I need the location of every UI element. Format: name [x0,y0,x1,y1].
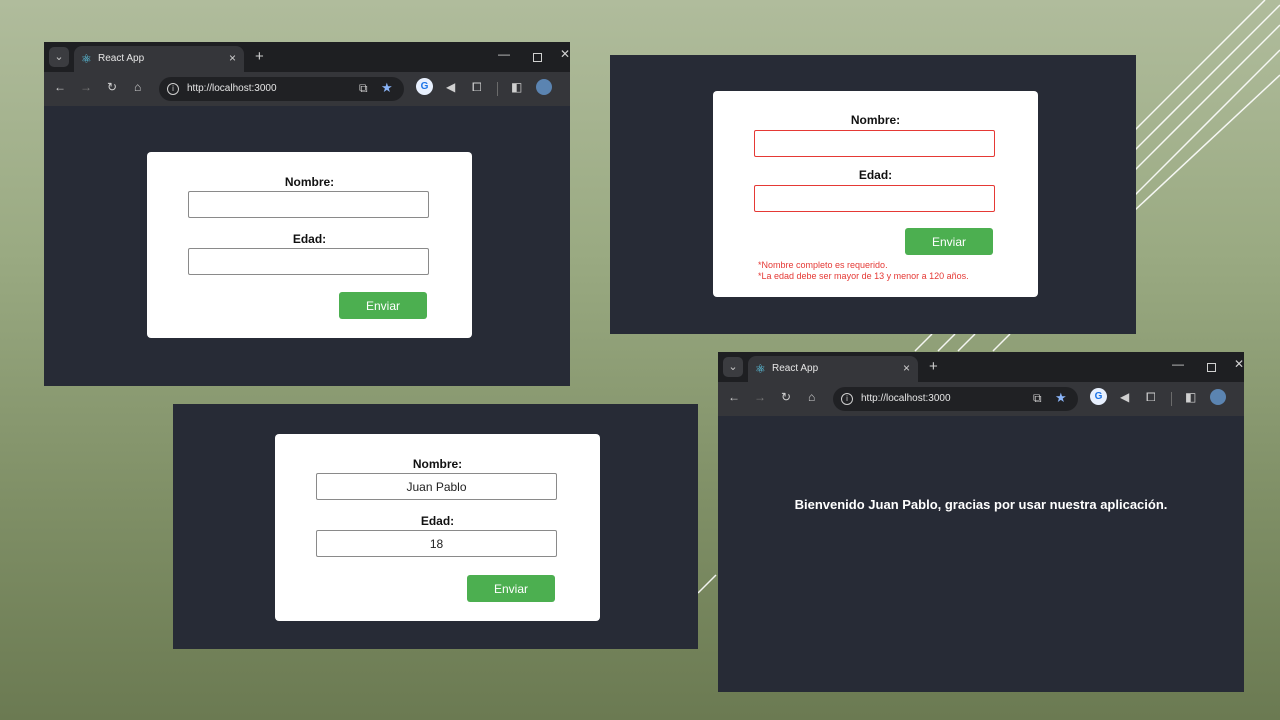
browser-tab[interactable]: ⚛ React App × [748,356,918,382]
welcome-message: Bienvenido Juan Pablo, gracias por usar … [794,497,1168,512]
submit-button[interactable]: Enviar [339,292,427,319]
chevron-down-icon[interactable]: ⌄ [49,47,69,67]
minimize-icon[interactable]: — [498,47,510,61]
submit-button[interactable]: Enviar [467,575,555,602]
name-label: Nombre: [850,113,901,127]
window-close-icon[interactable]: ✕ [560,47,570,61]
browser-toolbar: ← → ↻ ⌂ i http://localhost:3000 ⧉ ★ G ◀ … [718,382,1244,416]
address-bar[interactable]: i http://localhost:3000 ⧉ ★ [833,387,1078,411]
browser-tab-strip: ⌄ ⚛ React App × + — ✕ [44,42,570,72]
forward-icon[interactable]: → [754,390,766,404]
age-error-message: *La edad debe ser mayor de 13 y menor a … [758,271,969,281]
name-input[interactable] [754,130,995,157]
toolbar-divider [497,82,498,96]
age-label: Edad: [292,232,327,246]
form-card: Nombre: Edad: Enviar [275,434,600,621]
react-icon: ⚛ [755,362,766,376]
home-icon[interactable]: ⌂ [134,80,141,94]
name-input[interactable] [316,473,557,500]
toolbar-divider [1171,392,1172,406]
close-tab-icon[interactable]: × [229,51,236,65]
form-filled-panel: Nombre: Edad: Enviar [173,404,698,649]
name-error-message: *Nombre completo es requerido. [758,260,888,270]
translate-icon[interactable]: G [1090,388,1107,405]
form-validation-errors-panel: Nombre: Edad: Enviar *Nombre completo es… [610,55,1136,334]
new-tab-icon[interactable]: + [255,48,264,65]
chevron-down-icon[interactable]: ⌄ [723,357,743,377]
react-icon: ⚛ [81,52,92,66]
address-bar[interactable]: i http://localhost:3000 ⧉ ★ [159,77,404,101]
extensions-icon[interactable]: ⧠ [1146,390,1156,405]
info-icon[interactable]: i [841,393,853,405]
new-tab-icon[interactable]: + [929,358,938,375]
form-card: Nombre: Edad: Enviar [147,152,472,338]
info-icon[interactable]: i [167,83,179,95]
age-label: Edad: [858,168,893,182]
url-text: http://localhost:3000 [861,393,951,404]
back-icon[interactable]: ← [54,80,66,94]
browser-window-empty-form: ⌄ ⚛ React App × + — ✕ ← → ↻ ⌂ i http://l… [44,42,570,386]
reload-icon[interactable]: ↻ [781,390,791,404]
minimize-icon[interactable]: — [1172,357,1184,371]
close-tab-icon[interactable]: × [903,361,910,375]
age-label: Edad: [420,514,455,528]
bookmark-star-icon[interactable]: ★ [381,80,393,96]
translate-icon[interactable]: G [416,78,433,95]
maximize-icon[interactable] [533,53,542,62]
extensions-icon[interactable]: ⧠ [472,80,482,95]
reload-icon[interactable]: ↻ [107,80,117,94]
browser-window-welcome: ⌄ ⚛ React App × + — ✕ ← → ↻ ⌂ i http://l… [718,352,1244,692]
bookmark-star-icon[interactable]: ★ [1055,390,1067,406]
submit-button[interactable]: Enviar [905,228,993,255]
name-input[interactable] [188,191,429,218]
age-input[interactable] [316,530,557,557]
forward-icon[interactable]: → [80,80,92,94]
browser-tab-strip: ⌄ ⚛ React App × + — ✕ [718,352,1244,382]
back-icon[interactable]: ← [728,390,740,404]
browser-tab[interactable]: ⚛ React App × [74,46,244,72]
profile-avatar[interactable] [536,79,552,95]
name-label: Nombre: [284,175,335,189]
form-card: Nombre: Edad: Enviar *Nombre completo es… [713,91,1038,297]
age-input[interactable] [754,185,995,212]
tab-title: React App [772,363,819,374]
sound-icon[interactable]: ◀ [446,80,455,94]
profile-avatar[interactable] [1210,389,1226,405]
side-panel-icon[interactable]: ◧ [511,80,522,94]
age-input[interactable] [188,248,429,275]
name-label: Nombre: [412,457,463,471]
home-icon[interactable]: ⌂ [808,390,815,404]
tab-title: React App [98,53,145,64]
url-text: http://localhost:3000 [187,83,277,94]
open-in-app-icon[interactable]: ⧉ [1033,391,1042,406]
side-panel-icon[interactable]: ◧ [1185,390,1196,404]
sound-icon[interactable]: ◀ [1120,390,1129,404]
browser-toolbar: ← → ↻ ⌂ i http://localhost:3000 ⧉ ★ G ◀ … [44,72,570,106]
window-close-icon[interactable]: ✕ [1234,357,1244,371]
maximize-icon[interactable] [1207,363,1216,372]
open-in-app-icon[interactable]: ⧉ [359,81,368,96]
